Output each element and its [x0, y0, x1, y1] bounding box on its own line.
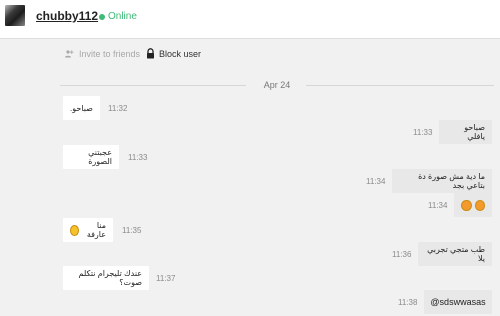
message-bubble-incoming: صباحو. [63, 96, 100, 120]
message-time: 11:34 [366, 177, 386, 186]
message-bubble-outgoing: @sdswwasas [424, 290, 492, 314]
lock-icon[interactable] [146, 48, 155, 59]
block-user-button[interactable]: Block user [159, 49, 201, 59]
message-bubble-outgoing [454, 193, 492, 217]
online-status-dot-icon [99, 14, 105, 20]
chat-actions-bar [0, 40, 500, 68]
chat-header: chubby112 Online [0, 0, 500, 39]
message-bubble-incoming: عندك تليجرام نتكلم صوت؟ [63, 266, 149, 290]
message-bubble-incoming: منا عارفة [63, 218, 113, 242]
message-time: 11:37 [156, 274, 176, 283]
message-time: 11:34 [428, 201, 448, 210]
message-text: عندك تليجرام نتكلم صوت؟ [78, 269, 143, 287]
username-link[interactable]: chubby112 [36, 9, 98, 23]
message-text: ما دية مش صورة دة بتاعي بجد [418, 172, 485, 190]
message-time: 11:32 [108, 104, 128, 113]
invite-to-friends-button[interactable]: Invite to friends [79, 49, 140, 59]
message-time: 11:33 [128, 153, 148, 162]
message-time: 11:38 [398, 298, 418, 307]
message-bubble-outgoing: طب متجي تجربي يلا [418, 242, 492, 266]
smiley-emoji-icon [70, 224, 80, 236]
message-text: صباحو يافلي [464, 123, 485, 141]
angry-emoji-icon [474, 199, 485, 211]
online-status-text: Online [108, 11, 137, 22]
avatar[interactable] [5, 5, 25, 26]
angry-emoji-icon [461, 199, 472, 211]
message-bubble-outgoing: ما دية مش صورة دة بتاعي بجد [392, 169, 492, 193]
message-text: عجبتني الصورة [88, 148, 112, 166]
message-bubble-incoming: عجبتني الصورة [63, 145, 119, 169]
date-divider-label: Apr 24 [263, 80, 291, 90]
message-text: طب متجي تجربي يلا [427, 245, 485, 263]
message-bubble-outgoing: صباحو يافلي [439, 120, 492, 144]
divider-line [306, 85, 494, 86]
divider-line [60, 85, 246, 86]
message-time: 11:35 [122, 226, 142, 235]
message-time: 11:36 [392, 250, 412, 259]
add-friend-icon[interactable] [64, 49, 74, 59]
message-text: @sdswwasas [430, 297, 486, 307]
message-time: 11:33 [413, 128, 433, 137]
message-text: منا عارفة [86, 221, 106, 239]
message-text: صباحو. [70, 103, 93, 113]
